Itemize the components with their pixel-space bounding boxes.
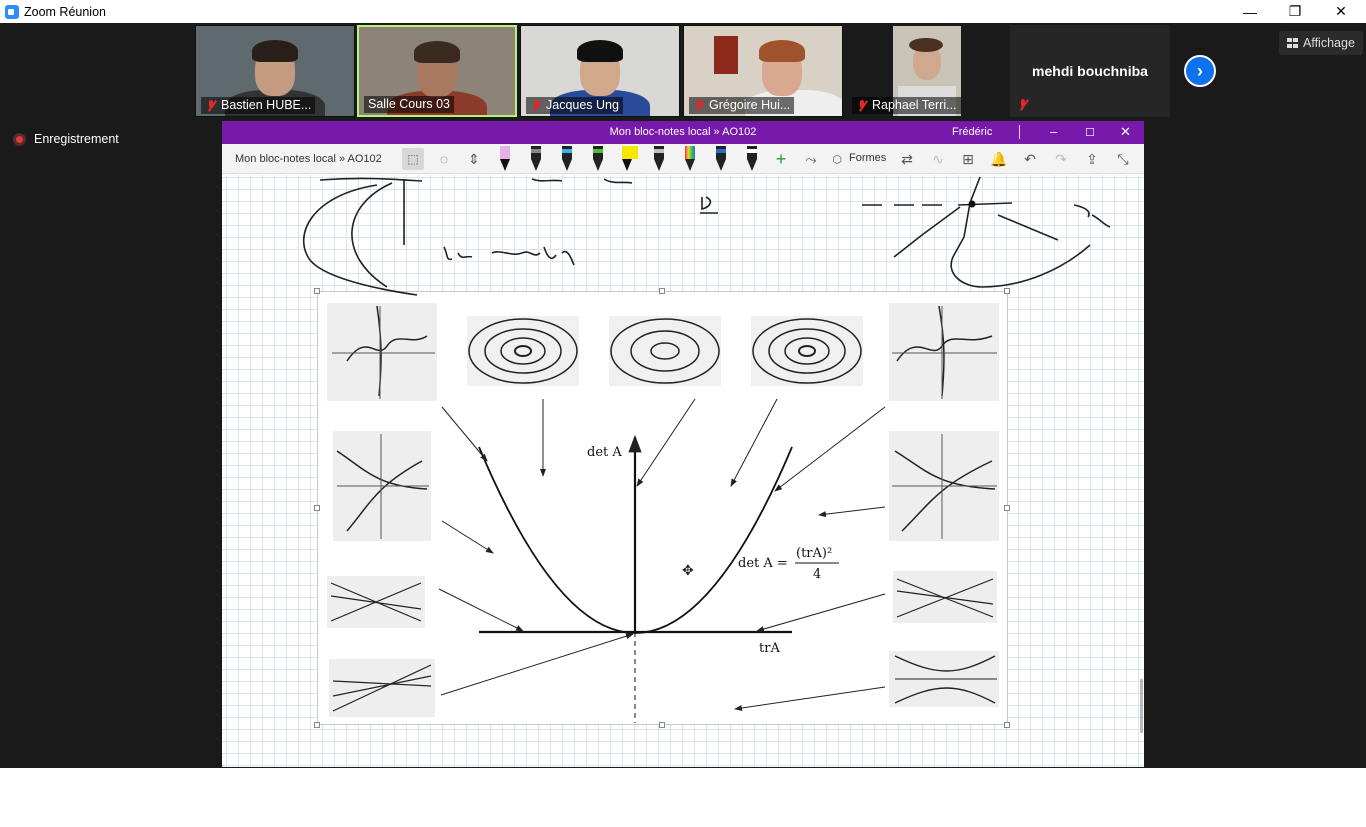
recording-indicator[interactable]: Enregistrement xyxy=(13,132,119,146)
participant-name: Raphael Terri... xyxy=(852,97,961,114)
view-button[interactable]: Affichage xyxy=(1279,31,1363,55)
onenote-toolbar: Mon bloc-notes local » AO102 ⬚ ◌ ⇕ + ⤳ ⬡… xyxy=(222,144,1144,174)
resize-handle[interactable] xyxy=(659,722,665,728)
grid-icon xyxy=(1287,38,1298,48)
ink-to-text-icon[interactable]: ⇄ xyxy=(896,148,918,170)
participant-name: Salle Cours 03 xyxy=(364,96,454,113)
ink-to-math-icon[interactable]: ∿ xyxy=(927,148,949,170)
onenote-shared-window: Mon bloc-notes local » AO102 Frédéric – … xyxy=(222,121,1144,767)
chevron-right-icon: › xyxy=(1197,60,1203,81)
undo-icon[interactable]: ↶ xyxy=(1019,148,1041,170)
onenote-close-icon[interactable]: ✕ xyxy=(1120,124,1131,140)
participant-name: mehdi bouchniba xyxy=(1032,63,1148,79)
participant-name: Grégoire Hui... xyxy=(689,97,795,114)
muted-mic-icon xyxy=(531,100,541,111)
participant-tile[interactable]: Raphael Terri... xyxy=(846,25,1006,117)
breadcrumb: Mon bloc-notes local » AO102 xyxy=(235,153,382,165)
redo-icon[interactable]: ↷ xyxy=(1050,148,1072,170)
pen-black-icon[interactable] xyxy=(499,146,511,172)
pen-gray-icon[interactable] xyxy=(653,146,665,172)
close-button[interactable]: ✕ xyxy=(1318,0,1364,23)
highlighter-yellow-icon[interactable] xyxy=(621,146,639,172)
vertical-scrollbar[interactable] xyxy=(1140,679,1143,733)
onenote-maximize-icon[interactable]: ☐ xyxy=(1085,126,1095,139)
pen-green-icon[interactable] xyxy=(592,146,604,172)
muted-mic-icon xyxy=(857,100,867,111)
share-icon[interactable]: ⇪ xyxy=(1081,148,1103,170)
onenote-title: Mon bloc-notes local » AO102 xyxy=(609,126,757,138)
handwritten-ink xyxy=(302,176,1111,296)
participant-name-card[interactable]: mehdi bouchniba xyxy=(1010,25,1170,117)
ruler-icon[interactable]: ⊞ xyxy=(957,148,979,170)
insert-space-icon[interactable]: ⇕ xyxy=(463,148,485,170)
onenote-minimize-icon[interactable]: – xyxy=(1050,124,1057,139)
participant-tile[interactable]: Jacques Ung xyxy=(520,25,680,117)
selection-box xyxy=(317,291,1008,725)
participant-tile[interactable]: Salle Cours 03 xyxy=(357,25,517,117)
pen-cyan-icon[interactable] xyxy=(561,146,573,172)
onenote-title-bar: Mon bloc-notes local » AO102 Frédéric – … xyxy=(222,121,1144,144)
window-title-bar: Zoom Réunion — ❐ ✕ xyxy=(0,0,1366,23)
next-page-button[interactable]: › xyxy=(1184,55,1216,87)
muted-mic-icon xyxy=(1018,99,1028,110)
ink-to-shape-icon[interactable]: ⤳ xyxy=(800,148,822,170)
pen-rainbow-icon[interactable] xyxy=(684,146,696,172)
onenote-user: Frédéric xyxy=(952,126,993,138)
zoom-window: Zoom Réunion — ❐ ✕ Bastien HUBE... Salle… xyxy=(0,0,1366,768)
add-pen-icon[interactable]: + xyxy=(770,148,792,170)
move-cursor-icon: ✥ xyxy=(682,562,694,578)
lasso-icon[interactable]: ◌ xyxy=(433,148,455,170)
window-title: Zoom Réunion xyxy=(24,4,106,19)
lasso-select-icon[interactable]: ⬚ xyxy=(402,148,424,170)
participant-name: Jacques Ung xyxy=(526,97,623,114)
resize-handle[interactable] xyxy=(1004,505,1010,511)
minimize-button[interactable]: — xyxy=(1227,0,1273,23)
shapes-button[interactable]: Formes xyxy=(849,152,886,164)
participant-tile[interactable]: Bastien HUBE... xyxy=(195,25,355,117)
pen-blue-icon[interactable] xyxy=(715,146,727,172)
resize-handle[interactable] xyxy=(314,505,320,511)
record-icon xyxy=(13,132,26,146)
pen-pattern-icon[interactable] xyxy=(746,146,758,172)
desktop-bottom xyxy=(0,768,1366,827)
bell-icon[interactable]: 🔔 xyxy=(988,148,1010,170)
resize-handle[interactable] xyxy=(314,722,320,728)
participant-tile[interactable]: Grégoire Hui... xyxy=(683,25,843,117)
resize-handle[interactable] xyxy=(1004,722,1010,728)
pen-black-icon[interactable] xyxy=(530,146,542,172)
collapse-icon[interactable]: ⤡ xyxy=(1112,148,1134,170)
muted-mic-icon xyxy=(694,100,704,111)
shapes-icon: ⬡ xyxy=(832,153,842,166)
restore-button[interactable]: ❐ xyxy=(1272,0,1318,23)
muted-mic-icon xyxy=(206,100,216,111)
zoom-app-icon xyxy=(5,4,19,19)
participant-name: Bastien HUBE... xyxy=(201,97,316,114)
